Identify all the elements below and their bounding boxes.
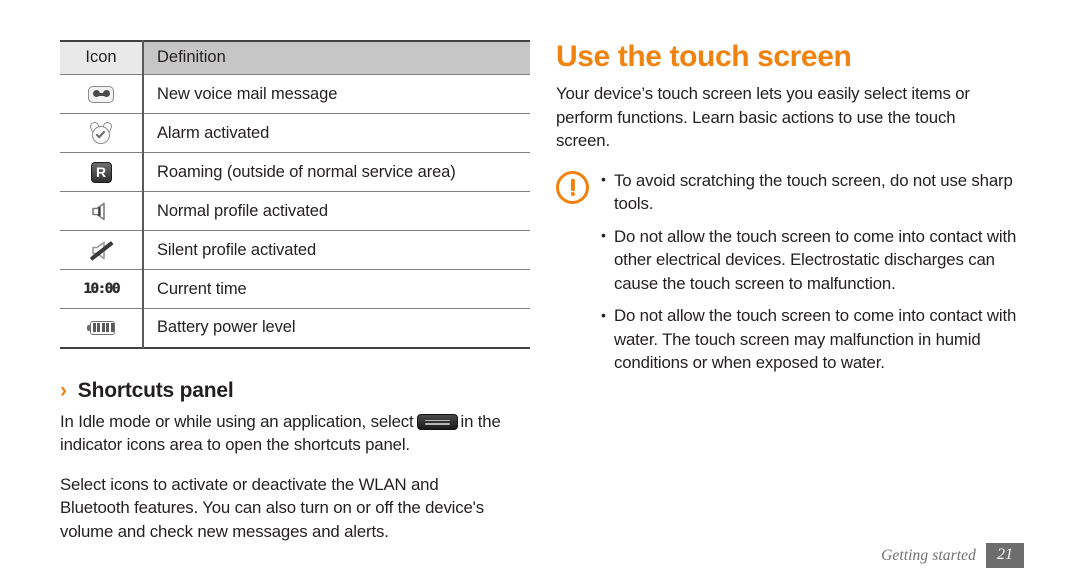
- status-icon-table: Icon Definition New voice mail message A…: [60, 40, 530, 349]
- current-time-icon: 10:00: [83, 281, 120, 298]
- intro-paragraph: Your device’s touch screen lets you easi…: [556, 84, 970, 150]
- table-row: R Roaming (outside of normal service are…: [60, 152, 530, 192]
- left-column: Icon Definition New voice mail message A…: [60, 40, 530, 543]
- cell-definition: Roaming (outside of normal service area): [143, 152, 530, 192]
- shortcuts-handle-icon: [416, 413, 458, 430]
- column-header-definition: Definition: [143, 41, 530, 75]
- speaker-normal-icon: [89, 201, 113, 222]
- list-item: To avoid scratching the touch screen, do…: [600, 168, 1024, 216]
- document-page: Icon Definition New voice mail message A…: [0, 0, 1080, 586]
- column-header-icon: Icon: [60, 41, 144, 75]
- cell-definition: Current time: [143, 269, 530, 309]
- page-title: Use the touch screen: [556, 40, 852, 73]
- roaming-icon: R: [90, 161, 112, 183]
- cell-definition: Silent profile activated: [143, 230, 530, 270]
- voicemail-icon: [88, 85, 114, 103]
- cell-icon: [60, 230, 144, 270]
- caution-icon-wrap: [556, 169, 600, 375]
- footer-section-label: Getting started: [881, 546, 976, 564]
- caution-note: To avoid scratching the touch screen, do…: [556, 168, 1024, 375]
- cell-icon: [60, 74, 144, 114]
- table-row: Battery power level: [60, 308, 530, 348]
- shortcuts-paragraph-1: In Idle mode or while using an applicati…: [60, 410, 512, 457]
- section-heading: › Shortcuts panel: [60, 379, 530, 403]
- cell-icon: [60, 308, 144, 348]
- speaker-muted-icon: [89, 240, 114, 261]
- cell-definition: Battery power level: [143, 308, 530, 348]
- shortcuts-paragraph-1-before: In Idle mode or while using an applicati…: [60, 411, 414, 431]
- table-row: New voice mail message: [60, 74, 530, 114]
- cell-icon: [60, 113, 144, 153]
- caution-icon: [556, 170, 589, 204]
- alarm-clock-icon: [88, 120, 114, 145]
- table-header-row: Icon Definition: [60, 41, 530, 75]
- cell-icon: R: [60, 152, 144, 192]
- caution-bullet-list: To avoid scratching the touch screen, do…: [600, 168, 1024, 375]
- list-item: Do not allow the touch screen to come in…: [600, 224, 1024, 296]
- right-column: Use the touch screen Your device’s touch…: [556, 40, 1024, 375]
- cell-definition: New voice mail message: [143, 74, 530, 114]
- section-heading-label: Shortcuts panel: [77, 378, 234, 402]
- table-row: Alarm activated: [60, 113, 530, 153]
- battery-icon: [87, 320, 115, 335]
- chevron-right-icon: ›: [60, 378, 67, 402]
- list-item: Do not allow the touch screen to come in…: [600, 304, 1024, 375]
- table-row: Silent profile activated: [60, 230, 530, 270]
- cell-definition: Normal profile activated: [143, 191, 530, 231]
- page-footer: Getting started 21: [881, 543, 1024, 568]
- table-row: 10:00 Current time: [60, 269, 530, 309]
- cell-icon: 10:00: [60, 269, 144, 309]
- table-row: Normal profile activated: [60, 191, 530, 231]
- cell-definition: Alarm activated: [143, 113, 530, 153]
- shortcuts-paragraph-2: Select icons to activate or deactivate t…: [60, 474, 484, 541]
- page-number-badge: 21: [986, 543, 1024, 568]
- cell-icon: [60, 191, 144, 231]
